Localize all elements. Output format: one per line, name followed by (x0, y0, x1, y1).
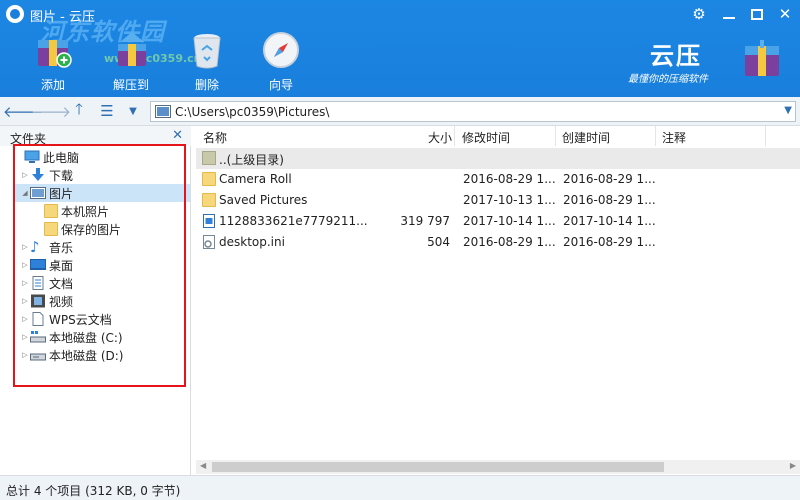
address-dropdown-icon[interactable]: ▼ (784, 105, 792, 116)
folder-icon (202, 193, 216, 207)
header: 图片 - 云压 河东软件园 www.pc0359.cn ⚙ ✕ 添加 解压到 删… (0, 0, 800, 97)
brand: 云压 最懂你的压缩软件 (622, 36, 782, 88)
download-icon (30, 168, 46, 182)
delete-label: 删除 (194, 78, 219, 92)
expand-icon[interactable]: ▷ (20, 171, 30, 179)
add-button[interactable]: 添加 (18, 28, 88, 94)
tree-item-disk-c[interactable]: ▷ 本地磁盘 (C:) (14, 328, 190, 346)
folder-icon (155, 105, 171, 118)
extract-to-button[interactable]: 解压到 (96, 28, 166, 94)
tree-item-music[interactable]: ▷ ♪ 音乐 (14, 238, 190, 256)
brand-name: 云压 (650, 42, 702, 70)
close-button[interactable]: ✕ (774, 4, 796, 24)
expand-icon[interactable]: ▷ (20, 315, 30, 323)
wizard-button[interactable]: 向导 (246, 28, 316, 94)
app-logo-icon (6, 5, 24, 23)
folder-icon (202, 172, 216, 186)
expand-icon[interactable]: ▷ (20, 297, 30, 305)
file-row[interactable]: 1128833621e7779211... 319 797 2017-10-14… (196, 211, 800, 232)
column-header-modified[interactable]: 修改时间 (456, 126, 556, 146)
address-field[interactable]: C:\Users\pc0359\Pictures\ ▼ (150, 101, 796, 122)
expand-icon[interactable]: ▷ (20, 333, 30, 341)
tree-item-saved-pictures[interactable]: 保存的图片 (14, 220, 190, 238)
expand-icon[interactable]: ▷ (20, 351, 30, 359)
expand-icon[interactable]: ▷ (20, 261, 30, 269)
tree-item-downloads[interactable]: ▷ 下载 (14, 166, 190, 184)
expand-icon[interactable]: ▷ (20, 279, 30, 287)
brand-slogan: 最懂你的压缩软件 (628, 74, 708, 85)
tree-item-videos[interactable]: ▷ 视频 (14, 292, 190, 310)
expand-icon[interactable]: ▷ (20, 243, 30, 251)
delete-button[interactable]: 删除 (172, 28, 242, 94)
video-icon (30, 294, 46, 308)
up-arrow-icon[interactable]: 🡑 (68, 100, 90, 121)
pictures-icon (30, 186, 46, 200)
documents-icon (30, 276, 46, 290)
folder-panel-title: 文件夹 (10, 132, 47, 146)
brand-archive-icon (742, 38, 782, 78)
computer-icon (24, 150, 40, 164)
title-bar: 图片 - 云压 河东软件园 www.pc0359.cn ⚙ ✕ (0, 0, 800, 65)
folder-icon (44, 204, 58, 218)
wizard-icon (260, 30, 302, 70)
folder-icon (44, 222, 58, 236)
image-file-icon (202, 214, 216, 228)
folder-panel-header: 文件夹 ✕ (0, 126, 191, 146)
navigation-bar: 🡐 🡒 🡑 ☰ ▼ C:\Users\pc0359\Pictures\ ▼ (0, 97, 800, 126)
collapse-icon[interactable]: ◢ (20, 189, 30, 197)
view-list-icon[interactable]: ☰ (96, 101, 118, 121)
wizard-label: 向导 (268, 78, 293, 92)
file-row[interactable]: desktop.ini 504 2016-08-29 1... 2016-08-… (196, 232, 800, 253)
minimize-button[interactable] (718, 4, 740, 24)
tree-item-documents[interactable]: ▷ 文档 (14, 274, 190, 292)
tree-item-camera-roll[interactable]: 本机照片 (14, 202, 190, 220)
music-icon: ♪ (30, 238, 40, 256)
parent-folder-icon (202, 151, 216, 165)
tree-item-desktop[interactable]: ▷ 桌面 (14, 256, 190, 274)
file-row[interactable]: Saved Pictures 2017-10-13 1... 2016-08-2… (196, 190, 800, 211)
tree-item-disk-d[interactable]: ▷ 本地磁盘 (D:) (14, 346, 190, 364)
extract-to-label: 解压到 (112, 78, 149, 92)
maximize-button[interactable] (746, 4, 768, 24)
tree-item-pictures[interactable]: ◢ 图片 (14, 184, 190, 202)
cloud-doc-icon (30, 312, 46, 326)
column-header-size[interactable]: 大小 (396, 126, 456, 146)
settings-gear-icon[interactable]: ⚙ (688, 4, 710, 24)
tree-item-wps-cloud[interactable]: ▷ WPS云文档 (14, 310, 190, 328)
scroll-right-icon[interactable]: ▶ (790, 461, 796, 470)
folder-panel: 文件夹 ✕ 此电脑 ▷ 下载 ◢ 图片 本机照片 保存的图片 ▷ ♪ 音乐 ▷ (0, 126, 191, 475)
status-bar: 总计 4 个项目 (312 KB, 0 字节) (0, 475, 800, 500)
column-header-comment[interactable]: 注释 (656, 126, 766, 146)
delete-icon (186, 30, 228, 70)
disk-icon (30, 348, 46, 362)
extract-icon (110, 30, 152, 70)
add-label: 添加 (40, 78, 65, 92)
address-path: C:\Users\pc0359\Pictures\ (175, 105, 330, 119)
scroll-left-icon[interactable]: ◀ (200, 461, 206, 470)
forward-arrow-icon[interactable]: 🡒 (31, 101, 71, 121)
view-dropdown-icon[interactable]: ▼ (122, 101, 144, 121)
file-row-parent-directory[interactable]: ..(上级目录) (196, 148, 800, 169)
status-text: 总计 4 个项目 (312 KB, 0 字节) (6, 484, 181, 498)
desktop-icon (30, 258, 46, 272)
tree-item-this-pc[interactable]: 此电脑 (14, 148, 190, 166)
file-list: 名称 大小 修改时间 创建时间 注释 ..(上级目录) Camera Roll … (196, 126, 800, 475)
horizontal-scrollbar[interactable]: ◀ ▶ (196, 460, 800, 474)
disk-icon (30, 330, 46, 344)
close-panel-icon[interactable]: ✕ (172, 128, 183, 143)
column-header-created[interactable]: 创建时间 (556, 126, 656, 146)
scrollbar-thumb[interactable] (212, 462, 664, 472)
file-row[interactable]: Camera Roll 2016-08-29 1... 2016-08-29 1… (196, 169, 800, 190)
add-icon (32, 30, 74, 70)
settings-file-icon (202, 235, 216, 249)
